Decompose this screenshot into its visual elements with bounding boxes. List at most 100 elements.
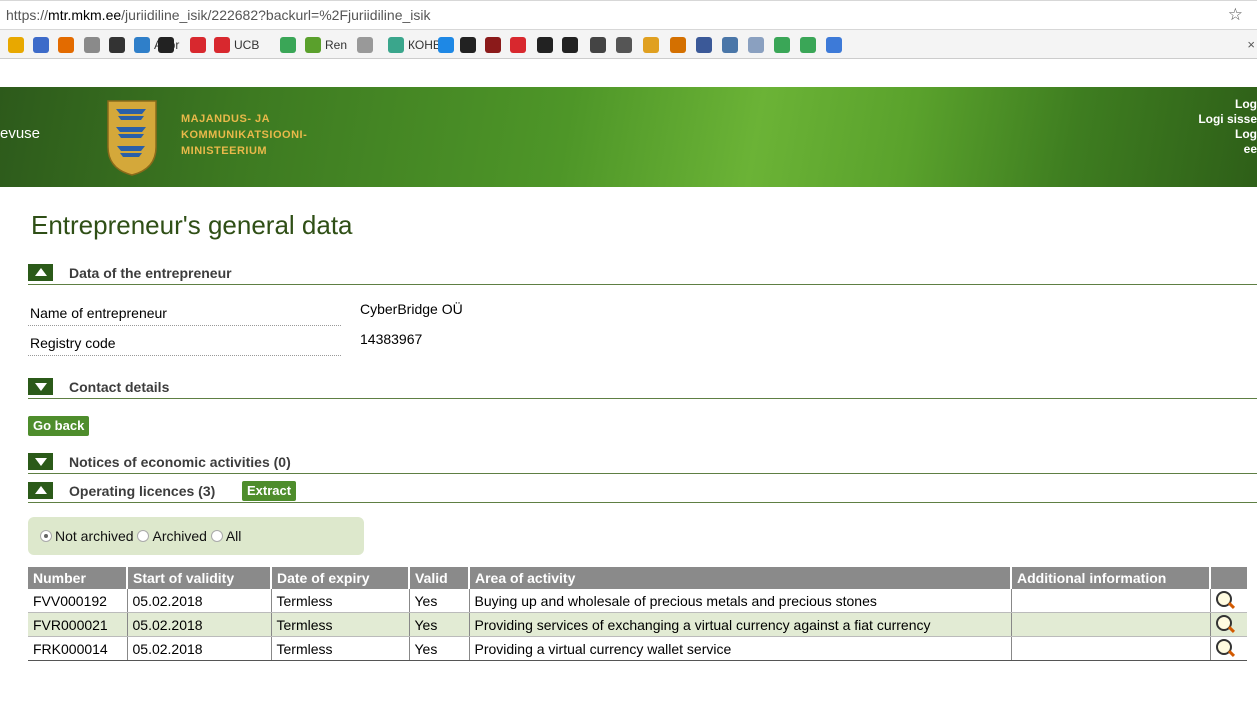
bookmark-item[interactable] — [190, 36, 210, 53]
section-licences-label[interactable]: Operating licences (3) — [69, 483, 215, 499]
bookmark-item[interactable] — [670, 36, 690, 53]
bookmark-label: Ren — [325, 37, 348, 52]
column-header[interactable]: Area of activity — [469, 567, 1012, 589]
collapse-toggle-button[interactable] — [28, 264, 53, 281]
wp-icon — [33, 36, 49, 53]
rc-icon — [562, 36, 578, 53]
bookmark-item[interactable] — [696, 36, 716, 53]
bookmark-item[interactable] — [109, 36, 129, 53]
header-left-text[interactable]: evuse — [0, 125, 40, 142]
ministry-name[interactable]: Majandus- ja Kommunikatsiooni- ministeer… — [181, 111, 307, 159]
column-header[interactable]: Start of validity — [127, 567, 272, 589]
radio-all[interactable]: All — [210, 528, 241, 544]
cell-number: FVV000192 — [28, 589, 128, 613]
bookmark-star-icon[interactable]: ☆ — [1228, 5, 1243, 25]
bookmark-item[interactable]: Ren — [305, 36, 347, 53]
v-icon — [537, 36, 553, 53]
gear-face-icon — [590, 36, 606, 53]
field-value-registry: 14383967 — [360, 331, 423, 347]
bookmark-item[interactable]: КОНВ — [388, 36, 441, 53]
archive-filter: Not archived Archived All — [28, 517, 364, 555]
section-notices-label[interactable]: Notices of economic activities (0) — [69, 454, 291, 470]
ship-icon — [748, 36, 764, 53]
b-icon — [616, 36, 632, 53]
bookmark-item[interactable] — [590, 36, 610, 53]
expand-toggle-button[interactable] — [28, 453, 53, 470]
bookmark-item[interactable] — [438, 36, 458, 53]
bookmark-item[interactable] — [800, 36, 820, 53]
bookmark-item[interactable] — [84, 36, 104, 53]
magnifier-icon — [1215, 639, 1232, 655]
bookmark-label: КОНВ — [408, 37, 441, 52]
view-details-button[interactable] — [1210, 636, 1247, 661]
close-icon[interactable]: × — [1247, 37, 1255, 52]
bookmark-item[interactable] — [58, 36, 78, 53]
view-details-button[interactable] — [1210, 589, 1247, 613]
collapse-toggle-button[interactable] — [28, 482, 53, 499]
ministry-line-2: Kommunikatsiooni- — [181, 129, 308, 141]
expand-toggle-button[interactable] — [28, 378, 53, 395]
person-icon — [670, 36, 686, 53]
login-link-3[interactable]: Log — [1177, 127, 1257, 142]
extract-button[interactable]: Extract — [242, 481, 297, 501]
go-back-button[interactable]: Go back — [28, 416, 90, 436]
cell-additional — [1011, 589, 1211, 613]
ministry-line-1: Majandus- ja — [181, 113, 271, 125]
t-icon — [485, 36, 501, 53]
ministry-line-3: ministeerium — [181, 145, 268, 157]
section-notices: Notices of economic activities (0) — [28, 451, 1257, 474]
radio-icon — [210, 530, 223, 542]
bookmark-item[interactable] — [460, 36, 480, 53]
bookmark-item[interactable] — [357, 36, 377, 53]
bookmark-item[interactable] — [8, 36, 28, 53]
bookmark-item[interactable] — [774, 36, 794, 53]
chevron-down-icon — [35, 383, 47, 391]
page-icon — [357, 36, 373, 53]
address-bar[interactable]: https://mtr.mkm.ee/juriidiline_isik/2226… — [0, 0, 1257, 30]
bookmark-item[interactable] — [748, 36, 768, 53]
leaf-icon — [280, 36, 296, 53]
view-details-button[interactable] — [1210, 612, 1247, 637]
bookmark-item[interactable]: UCB — [214, 36, 259, 53]
radio-archived[interactable]: Archived — [137, 528, 207, 544]
cell-valid: Yes — [409, 636, 470, 661]
ucb-icon — [214, 36, 230, 53]
login-link-1[interactable]: Log — [1177, 97, 1257, 112]
bookmark-label: UCB — [234, 37, 260, 52]
section-contact-label[interactable]: Contact details — [69, 379, 169, 395]
field-divider — [28, 355, 341, 356]
bookmark-item[interactable] — [562, 36, 582, 53]
bookmark-item[interactable] — [826, 36, 846, 53]
radio-label: Archived — [152, 528, 207, 544]
column-header[interactable]: Number — [28, 567, 128, 589]
radio-not-archived[interactable]: Not archived — [40, 528, 134, 544]
cell-start: 05.02.2018 — [127, 589, 272, 613]
drop-icon — [438, 36, 454, 53]
field-label-registry: Registry code — [30, 335, 116, 351]
cell-expiry: Termless — [271, 612, 410, 637]
licences-table: Number Start of validity Date of expiry … — [28, 567, 1247, 661]
cell-valid: Yes — [409, 612, 470, 637]
vk-icon — [722, 36, 738, 53]
bookmark-item[interactable] — [643, 36, 663, 53]
bookmark-item[interactable] — [33, 36, 53, 53]
column-header[interactable]: Valid — [409, 567, 470, 589]
bookmark-item[interactable] — [510, 36, 530, 53]
bookmark-item[interactable] — [616, 36, 636, 53]
url-text[interactable]: https://mtr.mkm.ee/juriidiline_isik/2226… — [6, 7, 430, 23]
bookmark-item[interactable] — [280, 36, 300, 53]
cell-expiry: Termless — [271, 589, 410, 613]
login-link-4[interactable]: ee — [1177, 142, 1257, 157]
ud-icon — [58, 36, 74, 53]
bookmark-item[interactable] — [485, 36, 505, 53]
bookmark-item[interactable] — [722, 36, 742, 53]
bookmark-item[interactable] — [158, 36, 178, 53]
column-header[interactable]: Date of expiry — [271, 567, 410, 589]
cell-start: 05.02.2018 — [127, 612, 272, 637]
coat-of-arms-icon[interactable] — [104, 97, 160, 177]
column-header[interactable]: Additional information — [1011, 567, 1211, 589]
login-link-2[interactable]: Logi sisse — [1177, 112, 1257, 127]
bookmark-item[interactable] — [537, 36, 557, 53]
table-row: FRK000014 05.02.2018 Termless Yes Provid… — [28, 636, 1247, 661]
check-icon — [800, 36, 816, 53]
